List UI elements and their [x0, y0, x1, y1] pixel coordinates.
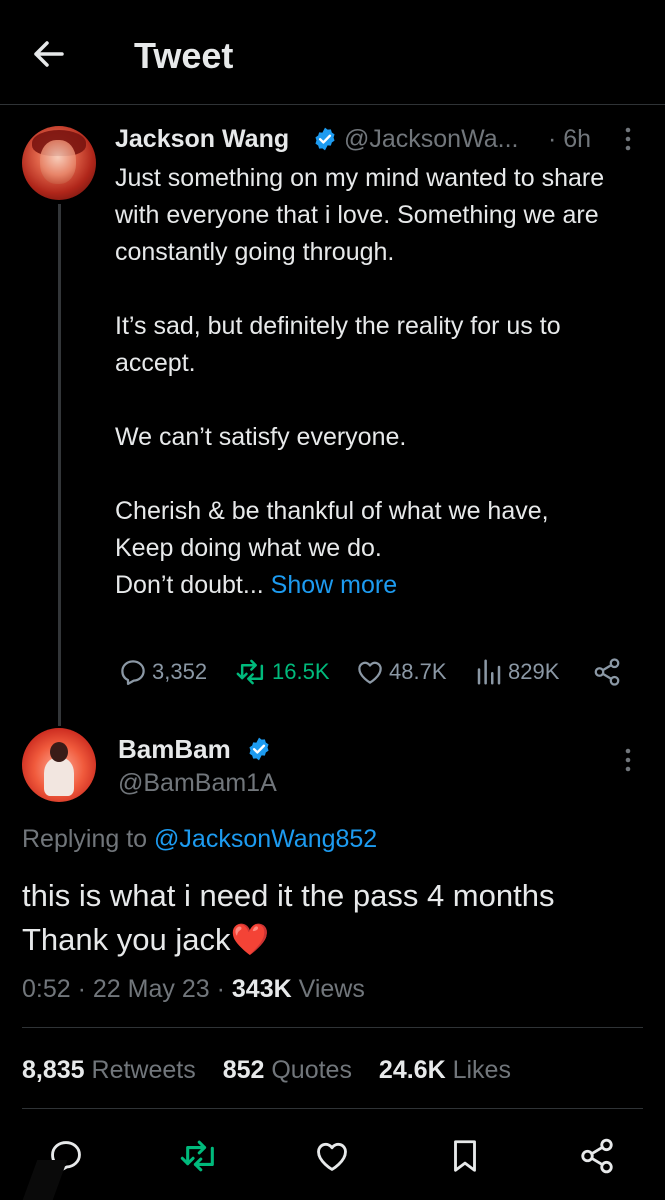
arrow-left-icon: [34, 41, 64, 67]
share-icon: [581, 1138, 613, 1174]
heart-icon: [317, 1142, 347, 1171]
retweet-button[interactable]: 16.5K: [236, 655, 330, 689]
separator-dot: ·: [216, 975, 225, 1003]
separator-dot: ·: [77, 975, 86, 1003]
tweet-line-text: Thank you jack: [22, 922, 231, 957]
like-count: 48.7K: [389, 659, 447, 684]
replying-to: Replying to @JacksonWang852: [22, 823, 377, 855]
tweet-line: Cherish & be thankful of what we have,: [115, 497, 549, 525]
bookmark-button[interactable]: [443, 1134, 487, 1178]
quotes-stat[interactable]: 852 Quotes: [223, 1056, 352, 1084]
avatar-jackson-wang[interactable]: [22, 126, 96, 200]
tweet-line: this is what i need it the pass 4 months: [22, 878, 555, 913]
share-button[interactable]: [575, 1134, 619, 1178]
retweet-icon: [180, 1140, 214, 1172]
show-more-link[interactable]: Show more: [271, 571, 397, 599]
bottom-corner-shadow: [22, 1160, 68, 1200]
likes-label: Likes: [452, 1056, 511, 1084]
tweet-date[interactable]: 22 May 23: [93, 975, 210, 1003]
like-button[interactable]: 48.7K: [355, 655, 447, 689]
views-chart-icon: [477, 659, 501, 685]
main-author-handle[interactable]: @BamBam1A: [118, 768, 277, 798]
back-button[interactable]: [28, 34, 76, 74]
like-button[interactable]: [310, 1134, 354, 1178]
reply-count: 3,352: [152, 659, 208, 684]
bookmark-icon: [454, 1140, 476, 1172]
tweet-time[interactable]: 0:52: [22, 975, 71, 1003]
main-tweet-text: this is what i need it the pass 4 months…: [22, 874, 647, 962]
more-options-icon[interactable]: [616, 746, 640, 774]
engagement-stats: 8,835 Retweets 852 Quotes 24.6K Likes: [22, 1052, 531, 1088]
main-author-name[interactable]: BamBam: [118, 734, 231, 764]
retweet-icon: [236, 659, 264, 685]
reply-button[interactable]: 3,352: [118, 655, 207, 689]
tweet-line: Thank you jack❤️: [22, 918, 647, 962]
retweets-stat[interactable]: 8,835 Retweets: [22, 1056, 196, 1084]
likes-stat[interactable]: 24.6K Likes: [379, 1056, 511, 1084]
divider: [22, 1027, 643, 1028]
tweet-paragraph: It’s sad, but definitely the reality for…: [115, 312, 561, 377]
replying-to-handle-link[interactable]: @JacksonWang852: [154, 825, 377, 853]
verified-badge-icon: [246, 736, 272, 762]
views-count: 829K: [508, 659, 560, 684]
tweet-paragraph: Just something on my mind wanted to shar…: [115, 164, 605, 266]
tweet-metadata: 0:52 · 22 May 23 · 343K Views: [22, 972, 365, 1006]
quotes-label: Quotes: [271, 1056, 352, 1084]
reply-icon: [121, 660, 145, 685]
tweet-paragraph: We can’t satisfy everyone.: [115, 423, 407, 451]
parent-timestamp[interactable]: · 6h: [548, 124, 591, 154]
heart-icon: [358, 661, 382, 684]
more-options-icon[interactable]: [616, 126, 640, 152]
replying-prefix: Replying to: [22, 825, 148, 853]
red-heart-emoji: ❤️: [230, 922, 270, 957]
header-divider: [0, 104, 665, 105]
likes-count: 24.6K: [378, 1056, 446, 1084]
retweet-count: 16.5K: [272, 659, 330, 684]
parent-author-handle[interactable]: @JacksonWa...: [344, 124, 519, 154]
retweets-count: 8,835: [22, 1056, 85, 1084]
retweets-label: Retweets: [91, 1056, 196, 1084]
views-label: Views: [298, 975, 365, 1003]
page-title: Tweet: [134, 35, 234, 76]
share-icon: [594, 658, 620, 686]
views-button[interactable]: 829K: [474, 655, 559, 689]
tweet-line: Keep doing what we do.: [115, 534, 382, 562]
tweet-paragraph: Cherish & be thankful of what we have, K…: [115, 493, 645, 604]
tweet-line: Don’t doubt...: [115, 571, 264, 599]
parent-author-name[interactable]: Jackson Wang: [115, 124, 289, 154]
parent-tweet-text: Just something on my mind wanted to shar…: [115, 160, 645, 604]
share-button[interactable]: [592, 655, 626, 689]
thread-connector-line: [58, 204, 61, 726]
quotes-count: 852: [222, 1056, 265, 1084]
verified-badge-icon: [312, 126, 338, 152]
retweet-button[interactable]: [178, 1134, 222, 1178]
divider: [22, 1108, 643, 1109]
avatar-bambam[interactable]: [22, 728, 96, 802]
views-count: 343K: [231, 975, 292, 1003]
